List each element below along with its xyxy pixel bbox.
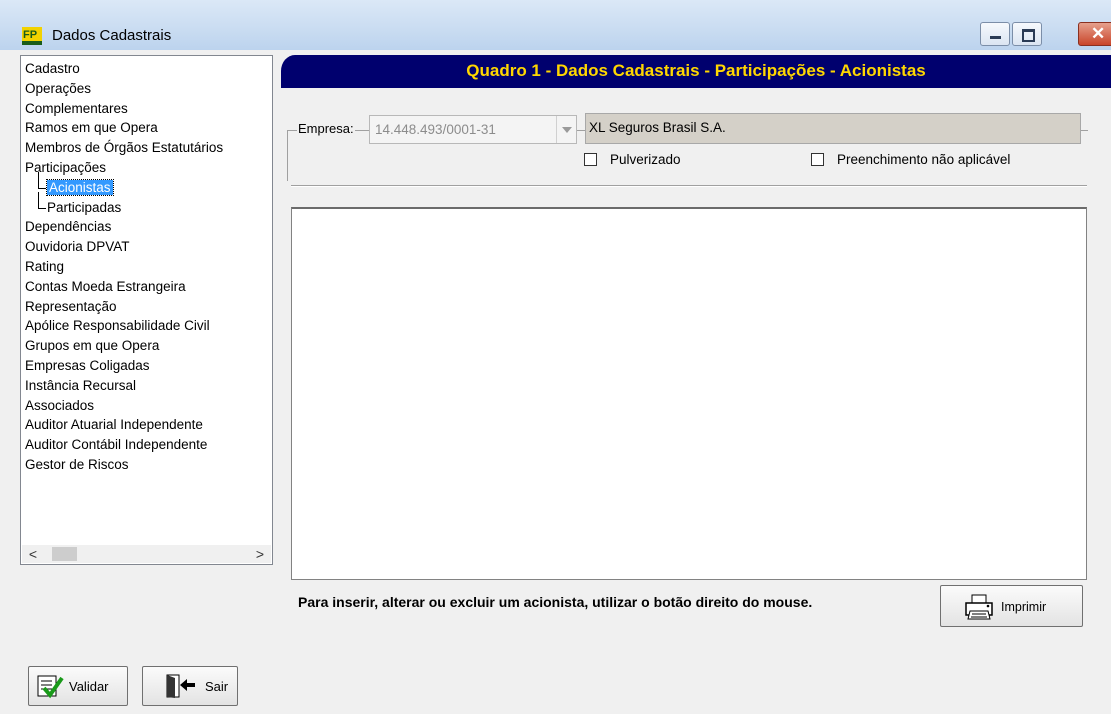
empresa-label: Empresa: bbox=[297, 121, 355, 136]
imprimir-button[interactable]: Imprimir bbox=[940, 585, 1083, 627]
tree-connector bbox=[38, 171, 39, 189]
tree-item-label: Gestor de Riscos bbox=[25, 456, 129, 472]
tree-item-label: Dependências bbox=[25, 219, 112, 235]
tree-item[interactable]: Participações bbox=[25, 158, 223, 178]
maximize-icon bbox=[1022, 29, 1035, 42]
tree-connector bbox=[38, 191, 39, 209]
tree-item-label: Auditor Atuarial Independente bbox=[25, 417, 203, 433]
tree-item-label: Apólice Responsabilidade Civil bbox=[25, 318, 210, 334]
empresa-nome-field: XL Seguros Brasil S.A. bbox=[585, 113, 1081, 144]
tree-item[interactable]: Apólice Responsabilidade Civil bbox=[25, 316, 223, 336]
horizontal-scrollbar[interactable]: < > bbox=[22, 545, 271, 563]
tree-item-label: Instância Recursal bbox=[25, 377, 137, 393]
scroll-left-icon[interactable]: < bbox=[24, 545, 42, 563]
acionistas-grid[interactable] bbox=[291, 207, 1087, 580]
tree-item-label: Representação bbox=[25, 298, 117, 314]
scroll-right-icon[interactable]: > bbox=[251, 545, 269, 563]
tree-item[interactable]: Ouvidoria DPVAT bbox=[25, 237, 223, 257]
instruction-text: Para inserir, alterar ou excluir um acio… bbox=[298, 592, 858, 612]
page-title: Quadro 1 - Dados Cadastrais - Participaç… bbox=[466, 61, 926, 80]
empresa-cnpj-select[interactable]: 14.448.493/0001-31 bbox=[369, 115, 577, 144]
tree-item-label: Acionistas bbox=[46, 178, 114, 196]
maximize-button[interactable] bbox=[1012, 22, 1042, 46]
tree-item[interactable]: Instância Recursal bbox=[25, 376, 223, 396]
title-bar: FP Dados Cadastrais ✕ bbox=[0, 0, 1111, 50]
tree-connector bbox=[38, 207, 46, 209]
svg-text:FP: FP bbox=[23, 29, 37, 41]
empresa-nome-value: XL Seguros Brasil S.A. bbox=[589, 120, 726, 135]
divider bbox=[291, 185, 1087, 187]
nao-aplicavel-label: Preenchimento não aplicável bbox=[837, 152, 1011, 167]
tree-item[interactable]: Associados bbox=[25, 396, 223, 416]
tree-item[interactable]: Complementares bbox=[25, 99, 223, 119]
tree-item-label: Grupos em que Opera bbox=[25, 338, 160, 354]
tree-item[interactable]: Gestor de Riscos bbox=[25, 455, 223, 475]
sair-button[interactable]: Sair bbox=[142, 666, 238, 706]
validar-button[interactable]: Validar bbox=[28, 666, 128, 706]
sair-label: Sair bbox=[205, 679, 229, 694]
tree-item[interactable]: Rating bbox=[25, 257, 223, 277]
tree-list: Cadastro Operações Complementares Ramos em … bbox=[25, 59, 223, 475]
instruction-label: Para inserir, alterar ou excluir um acio… bbox=[298, 594, 813, 610]
minimize-button[interactable] bbox=[980, 22, 1010, 46]
tree-item-label: Participadas bbox=[47, 199, 122, 215]
printer-icon bbox=[965, 594, 993, 620]
tree-item-label: Operações bbox=[25, 80, 92, 96]
section-header: Quadro 1 - Dados Cadastrais - Participaç… bbox=[281, 55, 1111, 88]
tree-item[interactable]: Dependências bbox=[25, 217, 223, 237]
pulverizado-checkbox[interactable] bbox=[584, 153, 597, 166]
empresa-cnpj-value: 14.448.493/0001-31 bbox=[375, 122, 496, 137]
navigation-tree[interactable]: Cadastro Operações Complementares Ramos em … bbox=[20, 55, 273, 565]
tree-item[interactable]: Grupos em que Opera bbox=[25, 336, 223, 356]
chevron-down-icon[interactable] bbox=[556, 116, 576, 143]
tree-item[interactable]: Cadastro bbox=[25, 59, 223, 79]
tree-item[interactable]: Membros de Órgãos Estatutários bbox=[25, 138, 223, 158]
tree-item-label: Contas Moeda Estrangeira bbox=[25, 278, 186, 294]
tree-item[interactable]: Ramos em que Opera bbox=[25, 118, 223, 138]
tree-item-label: Rating bbox=[25, 258, 65, 274]
tree-item[interactable]: Representação bbox=[25, 297, 223, 317]
tree-item-label: Auditor Contábil Independente bbox=[25, 437, 208, 453]
tree-child-item[interactable]: Participadas bbox=[25, 191, 223, 218]
nao-aplicavel-checkbox[interactable] bbox=[811, 153, 824, 166]
exit-door-icon bbox=[166, 674, 195, 698]
tree-item-label: Ramos em que Opera bbox=[25, 120, 158, 136]
tree-item[interactable]: Operações bbox=[25, 79, 223, 99]
validar-label: Validar bbox=[69, 679, 109, 694]
tree-item-label: Membros de Órgãos Estatutários bbox=[25, 140, 224, 156]
tree-item[interactable]: Empresas Coligadas bbox=[25, 356, 223, 376]
tree-item-label: Empresas Coligadas bbox=[25, 357, 150, 373]
tree-connector bbox=[38, 187, 46, 189]
tree-item[interactable]: Auditor Atuarial Independente bbox=[25, 415, 223, 435]
tree-child-item[interactable]: Acionistas bbox=[25, 171, 223, 198]
tree-item-label: Cadastro bbox=[25, 61, 80, 76]
validate-check-icon bbox=[37, 675, 64, 699]
close-icon: ✕ bbox=[1091, 24, 1106, 43]
window-title: Dados Cadastrais bbox=[52, 27, 172, 44]
scroll-thumb[interactable] bbox=[52, 547, 77, 561]
minimize-icon bbox=[990, 36, 1001, 39]
tree-item-label: Associados bbox=[25, 397, 95, 413]
tree-item-label: Complementares bbox=[25, 100, 128, 116]
pulverizado-label: Pulverizado bbox=[610, 152, 681, 167]
imprimir-label: Imprimir bbox=[1001, 600, 1047, 614]
fip-logo-icon: FP bbox=[22, 27, 42, 45]
tree-item[interactable]: Auditor Contábil Independente bbox=[25, 435, 223, 455]
tree-item[interactable]: Contas Moeda Estrangeira bbox=[25, 277, 223, 297]
close-button[interactable]: ✕ bbox=[1078, 22, 1111, 46]
tree-item-label: Ouvidoria DPVAT bbox=[25, 239, 130, 255]
